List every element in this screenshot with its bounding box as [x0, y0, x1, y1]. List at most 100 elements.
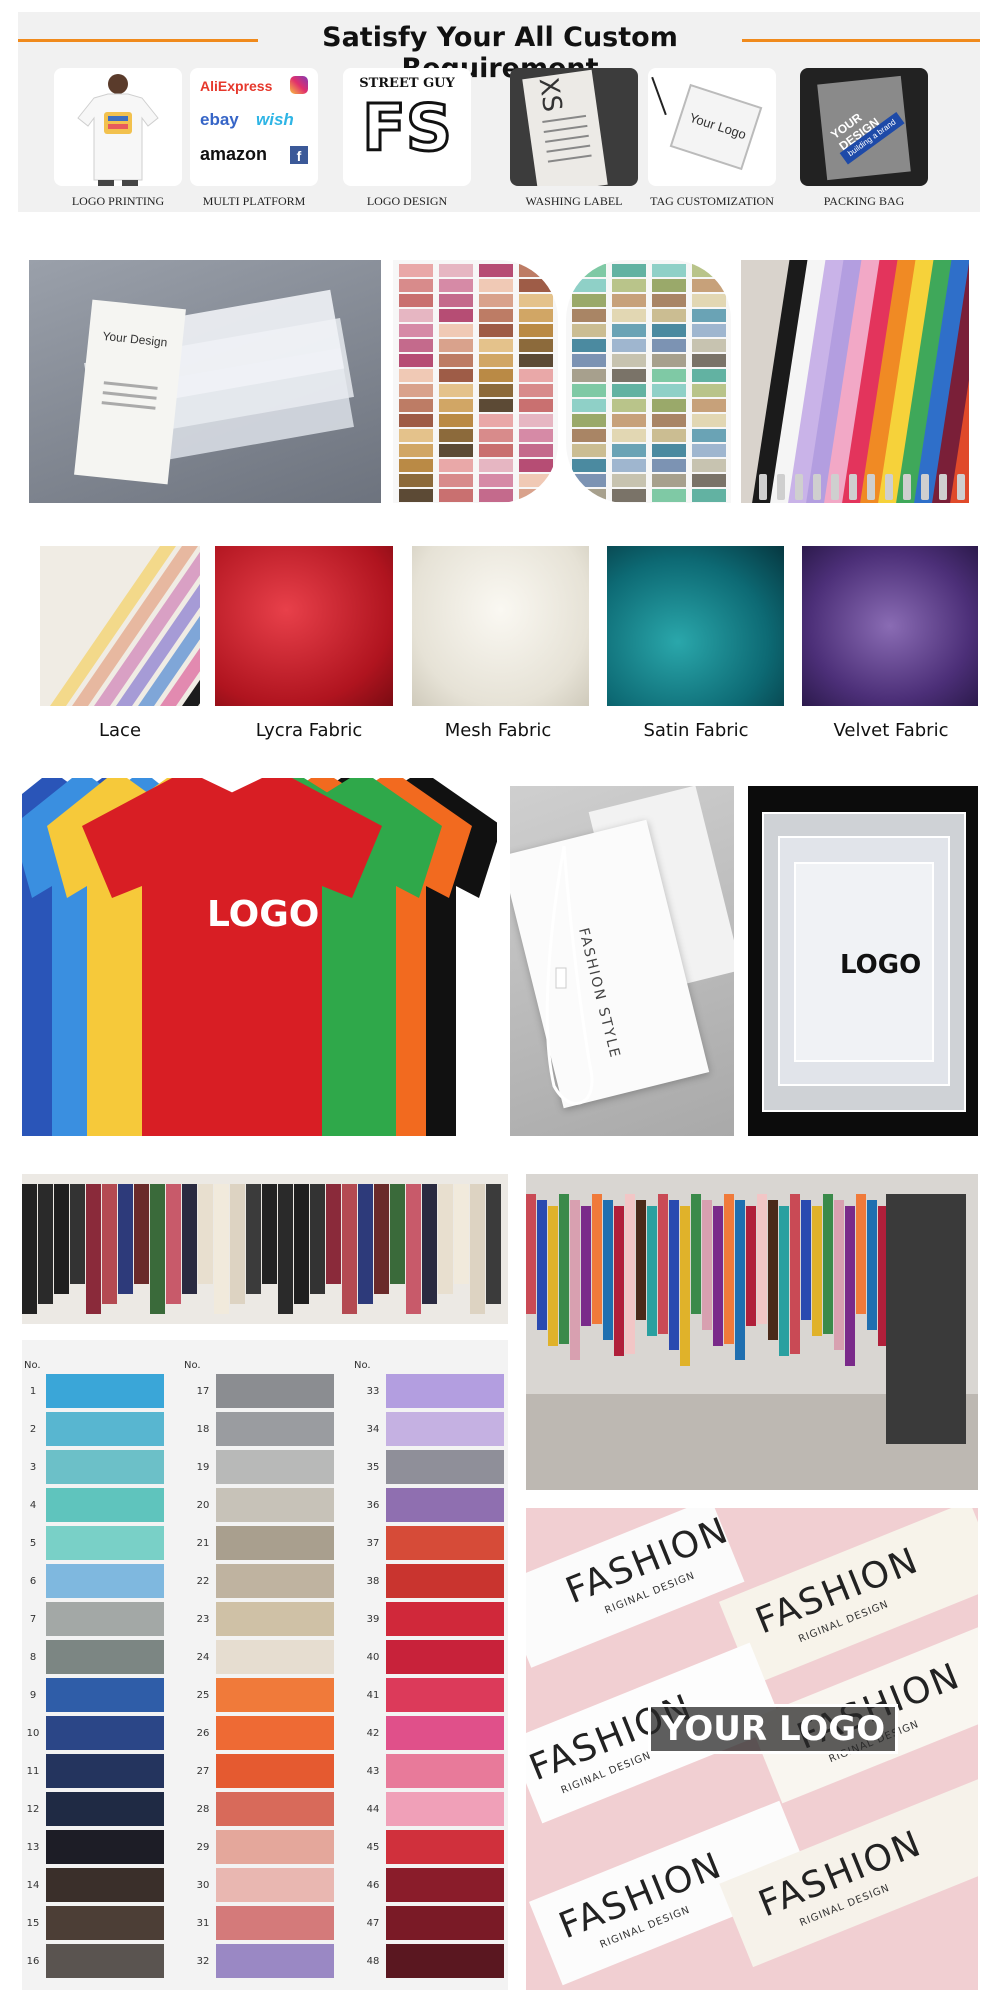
facebook-icon: f [290, 146, 308, 164]
showroom-graphic [526, 1194, 978, 1490]
woven-label-6: FASHION RIGINAL DESIGN [719, 1778, 978, 1968]
fabric-swatch [386, 1488, 504, 1522]
fabric-swatch [216, 1640, 334, 1674]
fabric-swatch [216, 1716, 334, 1750]
swatch-number: 11 [26, 1766, 40, 1777]
swatch-number: 18 [196, 1424, 210, 1435]
lace-fabric-photo [40, 546, 200, 706]
packing-bag-tile: YOUR DESIGN building a brand [800, 68, 928, 186]
frosted-bags-photo: Your Design [29, 260, 381, 503]
fabric-swatch [216, 1526, 334, 1560]
tile-caption-logo-printing: LOGO PRINTING [71, 194, 165, 208]
fabric-swatch [46, 1868, 164, 1902]
hang-tag: Your Logo [669, 83, 763, 171]
fabric-swatch [216, 1488, 334, 1522]
instagram-icon [290, 76, 308, 94]
showroom-photo [526, 1174, 978, 1490]
tile-caption-washing-label: WASHING LABEL [525, 194, 623, 208]
fabric-swatch [216, 1602, 334, 1636]
swatch-number: 6 [29, 1576, 37, 1587]
logo-printing-tile [54, 68, 182, 186]
tile-caption-logo-design: LOGO DESIGN [366, 194, 448, 208]
logo-design-tile: STREET GUY FS [343, 68, 471, 186]
swatch-number: 2 [29, 1424, 37, 1435]
fabric-label-mesh: Mesh Fabric [444, 720, 552, 741]
swatch-number: 42 [366, 1728, 380, 1739]
mesh-fabric-photo [412, 546, 589, 706]
tile-caption-multi-platform: MULTI PLATFORM [202, 194, 306, 208]
fabric-label-lycra: Lycra Fabric [255, 720, 363, 741]
fabric-swatch [386, 1564, 504, 1598]
fabric-swatch [216, 1944, 334, 1978]
swatch-number: 25 [196, 1690, 210, 1701]
fabric-swatch [216, 1830, 334, 1864]
bag-design-label: Your Design [101, 328, 169, 350]
washing-label: XS [522, 69, 608, 186]
bag-logo-text: LOGO [840, 950, 922, 980]
swatch-number: 31 [196, 1918, 210, 1929]
multi-platform-tile: AliExpress ebay wish amazon f [190, 68, 318, 186]
wish-logo: wish [256, 110, 294, 129]
color-card-right-photo [566, 260, 731, 503]
tile-caption-tag-customization: TAG CUSTOMIZATION [650, 194, 774, 208]
swatch-number: 45 [366, 1842, 380, 1853]
fabric-swatch [386, 1906, 504, 1940]
colored-tshirts-graphic [22, 778, 497, 1136]
tshirt-model-icon [77, 74, 159, 186]
lycra-fabric-photo [215, 546, 393, 706]
fabric-swatch [386, 1450, 504, 1484]
fabric-swatch [386, 1716, 504, 1750]
swatch-number: 5 [29, 1538, 37, 1549]
tag-string [545, 845, 594, 1105]
fabric-swatch [46, 1792, 164, 1826]
swatch-number: 13 [26, 1842, 40, 1853]
swatch-number: 28 [196, 1804, 210, 1815]
fabric-swatch [46, 1830, 164, 1864]
swatch-number: 4 [29, 1500, 37, 1511]
fabric-swatch [46, 1450, 164, 1484]
tile-caption-packing-bag: PACKING BAG [823, 194, 905, 208]
swatch-number: 7 [29, 1614, 37, 1625]
tshirts-photo: LOGO [22, 778, 497, 1136]
swatch-number: 24 [196, 1652, 210, 1663]
clothing-rack-photo [22, 1174, 508, 1324]
swatch-number: 47 [366, 1918, 380, 1929]
fabric-swatch [216, 1868, 334, 1902]
fabric-swatch [386, 1412, 504, 1446]
swatch-number: 33 [366, 1386, 380, 1397]
your-logo-overlay: YOUR LOGO [648, 1704, 899, 1754]
tshirt-logo-text: LOGO [207, 894, 320, 935]
fabric-swatch [386, 1678, 504, 1712]
color-card-left-photo [393, 260, 558, 503]
fabric-color-card-photo: No. No. No. 1 2 3 4 5 6 7 8 9 10 11 12 13 14 15 16 17 18 1… [22, 1340, 508, 1990]
woven-label-1: FASHION RIGINAL DESIGN [526, 1508, 745, 1668]
street-guy-text: STREET GUY [359, 76, 455, 91]
swatch-number: 38 [366, 1576, 380, 1587]
tag-logo-text: Your Logo [687, 109, 749, 143]
swatch-number: 19 [196, 1462, 210, 1473]
swatch-number: 40 [366, 1652, 380, 1663]
swatch-number: 1 [29, 1386, 37, 1397]
swatch-number: 29 [196, 1842, 210, 1853]
swatch-number: 26 [196, 1728, 210, 1739]
fabric-swatch [216, 1678, 334, 1712]
swatch-number: 22 [196, 1576, 210, 1587]
swatch-number: 23 [196, 1614, 210, 1625]
swatch-number: 9 [29, 1690, 37, 1701]
swatch-number: 15 [26, 1918, 40, 1929]
fabric-swatch [216, 1754, 334, 1788]
fabric-swatch [386, 1792, 504, 1826]
swatch-number: 12 [26, 1804, 40, 1815]
swatch-number: 36 [366, 1500, 380, 1511]
satin-fabric-photo [607, 546, 784, 706]
swatch-number: 10 [26, 1728, 40, 1739]
size-label-text: XS [532, 75, 568, 114]
fabric-swatch [46, 1564, 164, 1598]
swatch-number: 21 [196, 1538, 210, 1549]
swatch-number: 43 [366, 1766, 380, 1777]
tag-customization-tile: Your Logo [648, 68, 776, 186]
fabric-swatch [386, 1754, 504, 1788]
swatch-number: 46 [366, 1880, 380, 1891]
fabric-swatch [216, 1374, 334, 1408]
fabric-swatch [46, 1716, 164, 1750]
